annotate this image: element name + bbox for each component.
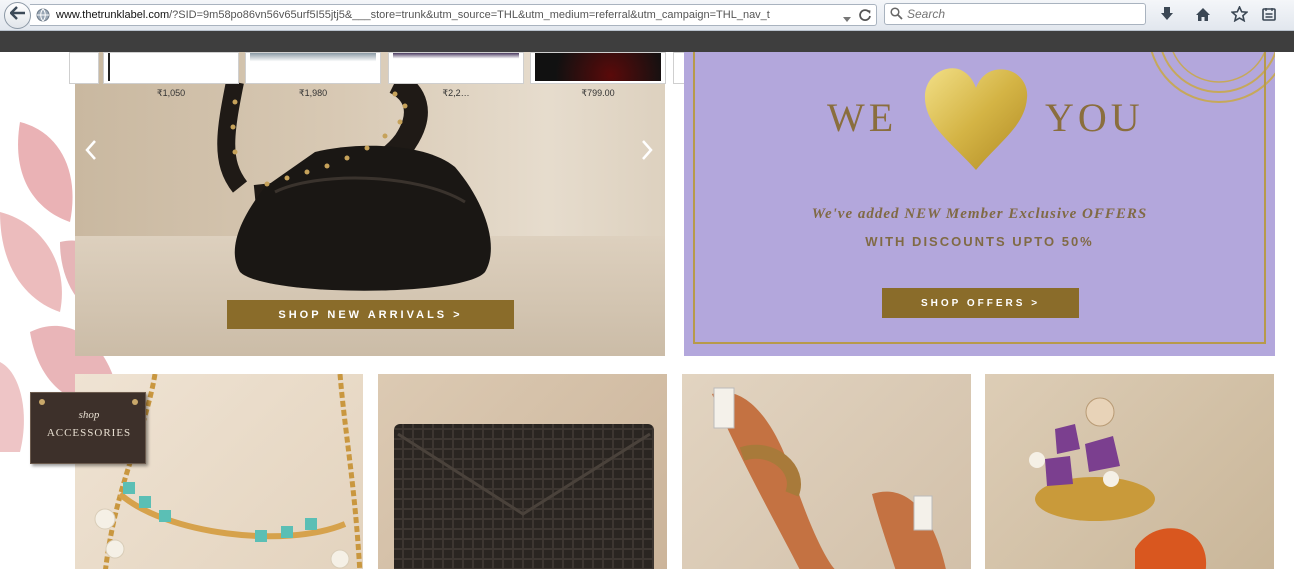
search-icon [890,7,903,25]
thumb-product-2[interactable] [245,52,381,84]
shop-new-arrivals-button[interactable]: SHOP NEW ARRIVALS > [227,300,514,329]
promo-word-right: YOU [1045,95,1144,140]
thumb-prev[interactable] [69,52,99,84]
category-tile-sandals[interactable] [682,374,971,569]
shop-tag-line1: shop [78,409,100,421]
page-content: SHOP NEW ARRIVALS > ₹1,050 ₹1,980 ₹2,2… … [0,52,1294,569]
site-top-bar [0,31,1294,52]
thumb-product-3[interactable] [388,52,524,84]
dropdown-icon[interactable] [842,11,852,29]
thumb-product-1[interactable] [103,52,239,84]
url-host: www.thetrunklabel.com [56,9,170,21]
browser-toolbar: www.thetrunklabel.com/?SID=9m58po86vn56v… [0,0,1294,31]
reading-list-icon[interactable] [1260,5,1278,23]
promo-word-left: WE [827,95,898,140]
address-bar[interactable]: www.thetrunklabel.com/?SID=9m58po86vn56v… [30,4,877,26]
product-price: ₹1,050 [156,88,186,98]
promo-discount-text: WITH DISCOUNTS UPTO 50% [865,234,1094,249]
home-icon[interactable] [1194,5,1212,23]
shop-accessories-tag[interactable]: shop ACCESSORIES [30,392,146,464]
chevron-left-icon[interactable] [83,138,99,166]
shop-tag-line2: ACCESSORIES [46,427,132,439]
search-input[interactable] [907,6,1139,22]
back-icon [8,6,26,25]
handbag-image [217,72,491,291]
product-price: ₹2,2… [442,88,470,98]
search-box[interactable] [884,3,1146,25]
rings-image [1029,397,1207,569]
thumb-product-4[interactable] [530,52,666,84]
product-price: ₹1,980 [298,88,328,98]
reload-icon[interactable] [858,8,872,27]
pin-dot [39,399,45,405]
url-text[interactable]: www.thetrunklabel.com/?SID=9m58po86vn56v… [56,9,836,21]
back-button[interactable] [4,2,31,29]
star-icon[interactable] [1230,5,1248,23]
sandals-image [712,387,946,569]
promo-member-offers[interactable]: WE YOU We've added NEW Member Exclusive … [684,52,1275,356]
url-path: /?SID=9m58po86vn56v65urf5I55jtj5&___stor… [169,9,770,21]
heart-icon [924,68,1028,170]
download-icon[interactable] [1158,5,1176,23]
product-thumbnail-strip: ₹1,050 ₹1,980 ₹2,2… ₹799.00 [69,52,709,98]
category-tile-clutch[interactable] [378,374,667,569]
product-price: ₹799.00 [581,88,615,98]
pin-dot [132,399,138,405]
chevron-right-icon[interactable] [639,138,655,166]
promo-headline: We've added NEW Member Exclusive OFFERS [811,206,1148,222]
shop-offers-button[interactable]: SHOP OFFERS > [882,288,1079,318]
globe-icon [36,8,50,27]
clutch-image [394,424,654,569]
category-tile-rings[interactable] [985,374,1274,569]
